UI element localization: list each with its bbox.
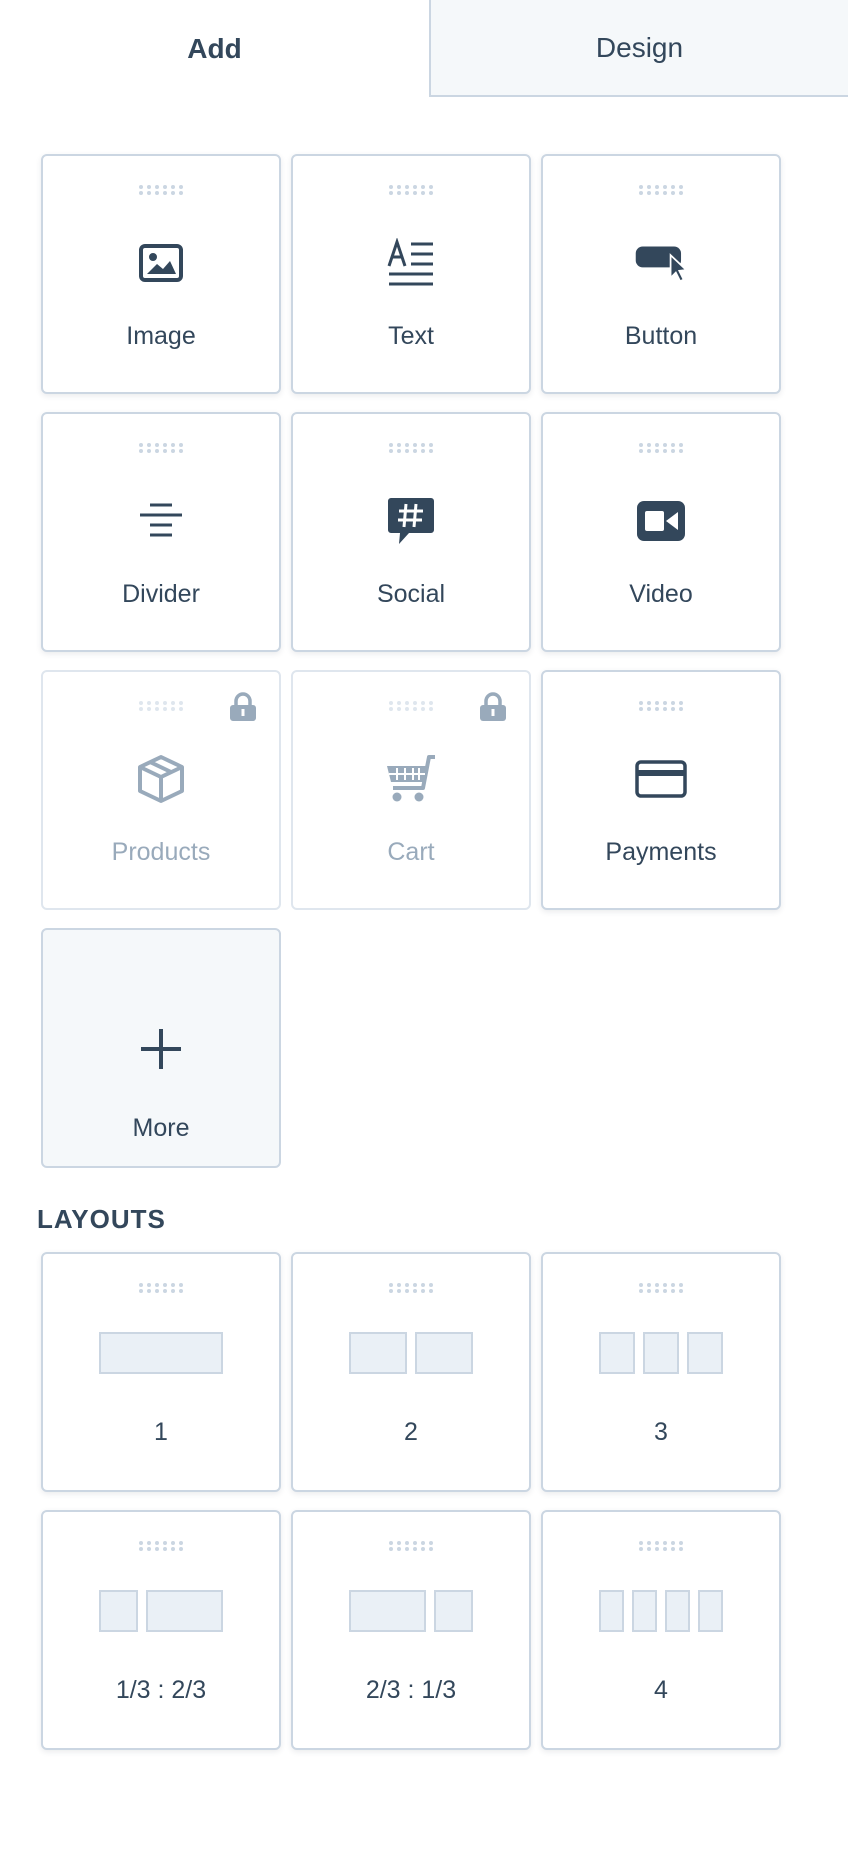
layout-card-3[interactable]: 3 [541, 1252, 781, 1492]
module-label: Divider [122, 580, 200, 608]
layout-column [434, 1590, 473, 1632]
layout-preview [543, 1332, 779, 1378]
layouts-section-title: LAYOUTS [37, 1204, 166, 1234]
drag-handle-icon [139, 443, 183, 453]
layout-card-2[interactable]: 2 [291, 1252, 531, 1492]
drag-handle-icon [139, 1541, 183, 1551]
module-card-social[interactable]: Social [291, 412, 531, 652]
module-label: Cart [387, 838, 435, 866]
layout-column [599, 1332, 635, 1374]
layout-card-1[interactable]: 1 [41, 1252, 281, 1492]
layout-preview [543, 1590, 779, 1636]
social-hashtag-icon [384, 494, 438, 548]
layout-label: 1/3 : 2/3 [115, 1676, 207, 1704]
video-camera-icon [634, 494, 688, 548]
image-icon [134, 236, 188, 290]
layout-column [643, 1332, 679, 1374]
module-card-image[interactable]: Image [41, 154, 281, 394]
drag-handle-icon [639, 1283, 683, 1293]
text-icon [384, 236, 438, 290]
button-icon [634, 236, 688, 290]
module-card-payments[interactable]: Payments [541, 670, 781, 910]
drag-handle-icon [389, 701, 433, 711]
tab-add[interactable]: Add [0, 0, 429, 97]
layout-column [599, 1590, 624, 1632]
layout-preview [43, 1590, 279, 1636]
layout-preview [43, 1332, 279, 1378]
layout-card-2-3-1-3[interactable]: 2/3 : 1/3 [291, 1510, 531, 1750]
lock-icon [230, 692, 256, 721]
drag-handle-icon [139, 185, 183, 195]
layout-column [146, 1590, 223, 1632]
layout-column [349, 1332, 407, 1374]
divider-icon [134, 494, 188, 548]
layout-label: 1 [154, 1418, 168, 1446]
layout-column [632, 1590, 657, 1632]
module-label: Payments [605, 838, 717, 866]
layout-label: 2 [404, 1418, 418, 1446]
drag-handle-icon [639, 443, 683, 453]
module-label: Social [376, 580, 446, 608]
drag-handle-icon [639, 185, 683, 195]
credit-card-icon [634, 752, 688, 806]
more-modules-button[interactable]: More [41, 928, 281, 1168]
layout-column [99, 1590, 138, 1632]
drag-handle-icon [139, 701, 183, 711]
module-label: Button [624, 322, 698, 350]
layout-column [415, 1332, 473, 1374]
tab-bar: Add Design [0, 0, 848, 97]
module-card-button[interactable]: Button [541, 154, 781, 394]
module-card-cart[interactable]: Cart [291, 670, 531, 910]
layout-card-4[interactable]: 4 [541, 1510, 781, 1750]
layout-column [687, 1332, 723, 1374]
module-label: More [132, 1114, 190, 1142]
module-label: Video [629, 580, 693, 608]
module-card-text[interactable]: Text [291, 154, 531, 394]
layout-label: 2/3 : 1/3 [365, 1676, 457, 1704]
module-card-video[interactable]: Video [541, 412, 781, 652]
module-label: Text [388, 322, 434, 350]
layout-column [349, 1590, 426, 1632]
layout-card-1-3-2-3[interactable]: 1/3 : 2/3 [41, 1510, 281, 1750]
layout-label: 3 [654, 1418, 668, 1446]
module-card-divider[interactable]: Divider [41, 412, 281, 652]
layout-column [99, 1332, 223, 1374]
module-label: Image [126, 322, 196, 350]
module-card-products[interactable]: Products [41, 670, 281, 910]
layout-preview [293, 1590, 529, 1636]
layout-preview [293, 1332, 529, 1378]
layout-label: 4 [654, 1676, 668, 1704]
drag-handle-icon [389, 185, 433, 195]
plus-icon [134, 1022, 188, 1076]
layout-column [698, 1590, 723, 1632]
drag-handle-icon [139, 1283, 183, 1293]
product-box-icon [134, 752, 188, 806]
lock-icon [480, 692, 506, 721]
drag-handle-icon [639, 701, 683, 711]
drag-handle-icon [639, 1541, 683, 1551]
drag-handle-icon [389, 443, 433, 453]
module-label: Products [111, 838, 211, 866]
shopping-cart-icon [384, 752, 438, 806]
tab-design[interactable]: Design [429, 0, 848, 97]
layout-column [665, 1590, 690, 1632]
drag-handle-icon [389, 1283, 433, 1293]
drag-handle-icon [389, 1541, 433, 1551]
